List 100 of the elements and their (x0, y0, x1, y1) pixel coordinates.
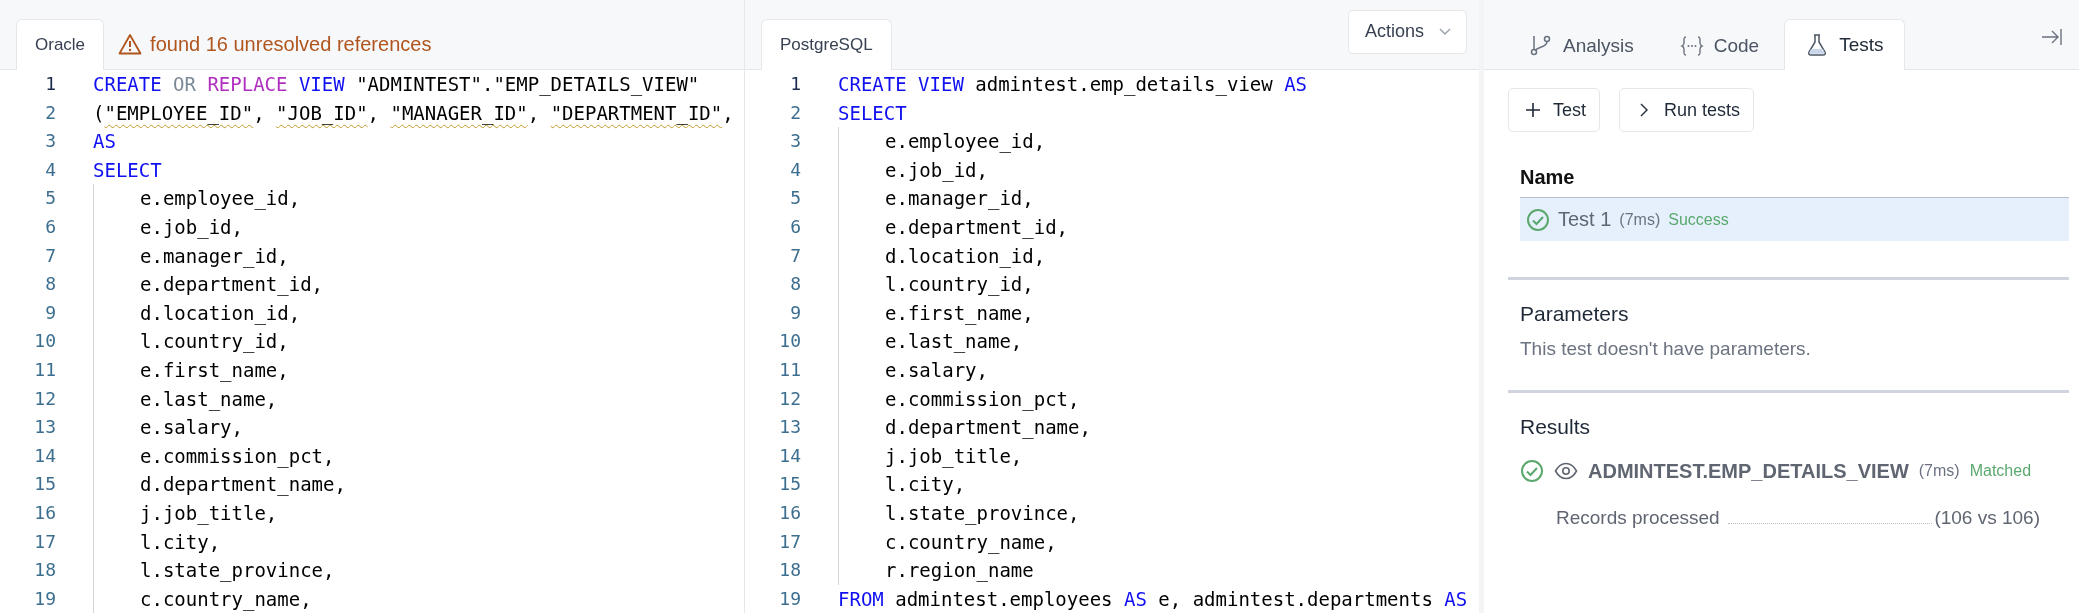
line-number: 10 (33, 329, 56, 354)
line-number: 12 (778, 386, 801, 411)
line-number: 4 (789, 157, 801, 182)
line-number: 9 (789, 300, 801, 325)
duration: (7ms) (1918, 462, 1960, 480)
line-number: 11 (778, 357, 801, 382)
code-line: e.department_id, (838, 212, 1069, 242)
warning-icon (118, 33, 143, 55)
line-number: 14 (778, 443, 801, 468)
code-line: e.employee_id, (838, 127, 1046, 156)
line-number: 5 (44, 186, 56, 211)
code-line: l.city, (93, 527, 221, 557)
warning-message: found 16 unresolved references (150, 32, 432, 56)
code-line: e.first_name, (93, 355, 289, 385)
code-line: e.salary, (93, 413, 243, 442)
duration: (7ms) (1619, 210, 1661, 229)
code-line: e.department_id, (93, 270, 324, 299)
code-line: c.country_name, (93, 584, 312, 613)
check-circle-icon (1526, 207, 1550, 232)
code-line: SELECT (93, 157, 162, 183)
line-number: 10 (778, 329, 801, 354)
code-line: e.commission_pct, (838, 384, 1080, 414)
line-number: 9 (44, 300, 56, 325)
code-line: SELECT (838, 100, 907, 126)
code-line: l.country_id, (93, 327, 289, 356)
line-number: 12 (33, 386, 56, 411)
line-number: 17 (778, 529, 801, 554)
code-line: e.salary, (838, 355, 988, 385)
line-number: 16 (33, 500, 56, 525)
section-title: Results (1520, 415, 1592, 439)
line-number: 8 (789, 272, 801, 297)
line-number: 15 (33, 472, 56, 497)
line-number: 13 (778, 415, 801, 440)
line-number: 17 (33, 529, 56, 554)
test-row[interactable]: Test 1 (7ms) Success (1520, 198, 2069, 241)
line-number: 14 (33, 443, 56, 468)
line-number: 7 (789, 243, 801, 268)
code-line: d.location_id, (838, 241, 1046, 271)
line-number: 5 (789, 186, 801, 211)
code-line: e.first_name, (838, 298, 1034, 328)
editor-tab[interactable]: PostgreSQL (761, 19, 892, 70)
braces-icon (1679, 33, 1704, 58)
code-line: e.job_id, (93, 212, 243, 242)
plus-icon (1525, 102, 1541, 118)
line-number: 4 (44, 157, 56, 182)
line-number: 11 (33, 357, 56, 382)
line-number: 8 (44, 272, 56, 297)
empty-message: This test doesn't have parameters. (1520, 338, 1812, 360)
code-line: j.job_title, (838, 441, 1023, 471)
code-line: CREATE VIEW admintest.emp_details_view AS (838, 72, 1308, 98)
code-line: AS (93, 129, 116, 155)
line-number: 2 (44, 100, 56, 125)
line-number: 6 (44, 214, 56, 239)
line-number: 19 (778, 586, 801, 611)
collapse-panel-icon[interactable] (2041, 26, 2063, 48)
eye-icon[interactable] (1554, 462, 1578, 480)
line-number: 2 (789, 100, 801, 125)
line-number: 18 (778, 558, 801, 583)
code-line: e.commission_pct, (93, 441, 335, 471)
code-line: l.country_id, (838, 270, 1034, 299)
toolbar-button[interactable]: Test (1508, 88, 1600, 132)
code-line: d.department_name, (93, 470, 346, 499)
toolbar-button[interactable]: Run tests (1619, 88, 1755, 132)
code-line: e.last_name, (838, 327, 1023, 356)
line-number: 18 (33, 558, 56, 583)
result-name: ADMINTEST.EMP_DETAILS_VIEW (1588, 459, 1909, 483)
line-number: 7 (44, 243, 56, 268)
caret-icon (1438, 26, 1452, 37)
line-number: 1 (44, 72, 56, 96)
code-line: ("EMPLOYEE_ID", "JOB_ID", "MANAGER_ID", "DEPARTMENT_ID", (93, 100, 734, 127)
panel-tab[interactable]: Analysis (1508, 20, 1655, 70)
code-line: e.manager_id, (838, 184, 1034, 213)
code-line: CREATE OR REPLACE VIEW "ADMINTEST"."EMP_DETAILS_VIEW" (93, 72, 700, 98)
code-line: d.location_id, (93, 298, 301, 328)
code-line: l.city, (838, 470, 966, 499)
section-title: Parameters (1520, 302, 1630, 326)
code-line: c.country_name, (838, 527, 1057, 557)
metric-value: (106 vs 106) (1934, 507, 2040, 529)
panel-tab[interactable]: Code (1658, 20, 1781, 70)
test-name: Test 1 (1558, 208, 1612, 231)
line-number: 13 (33, 415, 56, 440)
line-number: 19 (33, 586, 56, 611)
editor-tab[interactable]: Oracle (16, 19, 105, 70)
line-number: 16 (778, 500, 801, 525)
panel-tab[interactable]: Tests (1784, 19, 1905, 70)
code-line: e.manager_id, (93, 241, 289, 271)
code-line: l.state_province, (93, 556, 335, 585)
line-number: 3 (789, 129, 801, 154)
code-line: FROM admintest.employees AS e, admintest.departments AS (838, 586, 1468, 612)
code-line: e.last_name, (93, 384, 278, 414)
code-line: e.job_id, (838, 155, 988, 185)
branch-icon (1529, 33, 1553, 58)
actions-dropdown[interactable]: Actions (1347, 9, 1467, 54)
metric-label: Records processed (1556, 507, 1720, 529)
code-line: j.job_title, (93, 498, 278, 528)
code-line: l.state_province, (838, 498, 1080, 528)
line-number: 3 (44, 129, 56, 154)
code-line: e.employee_id, (93, 184, 301, 213)
line-number: 15 (778, 472, 801, 497)
status-text: Success (1668, 210, 1729, 229)
